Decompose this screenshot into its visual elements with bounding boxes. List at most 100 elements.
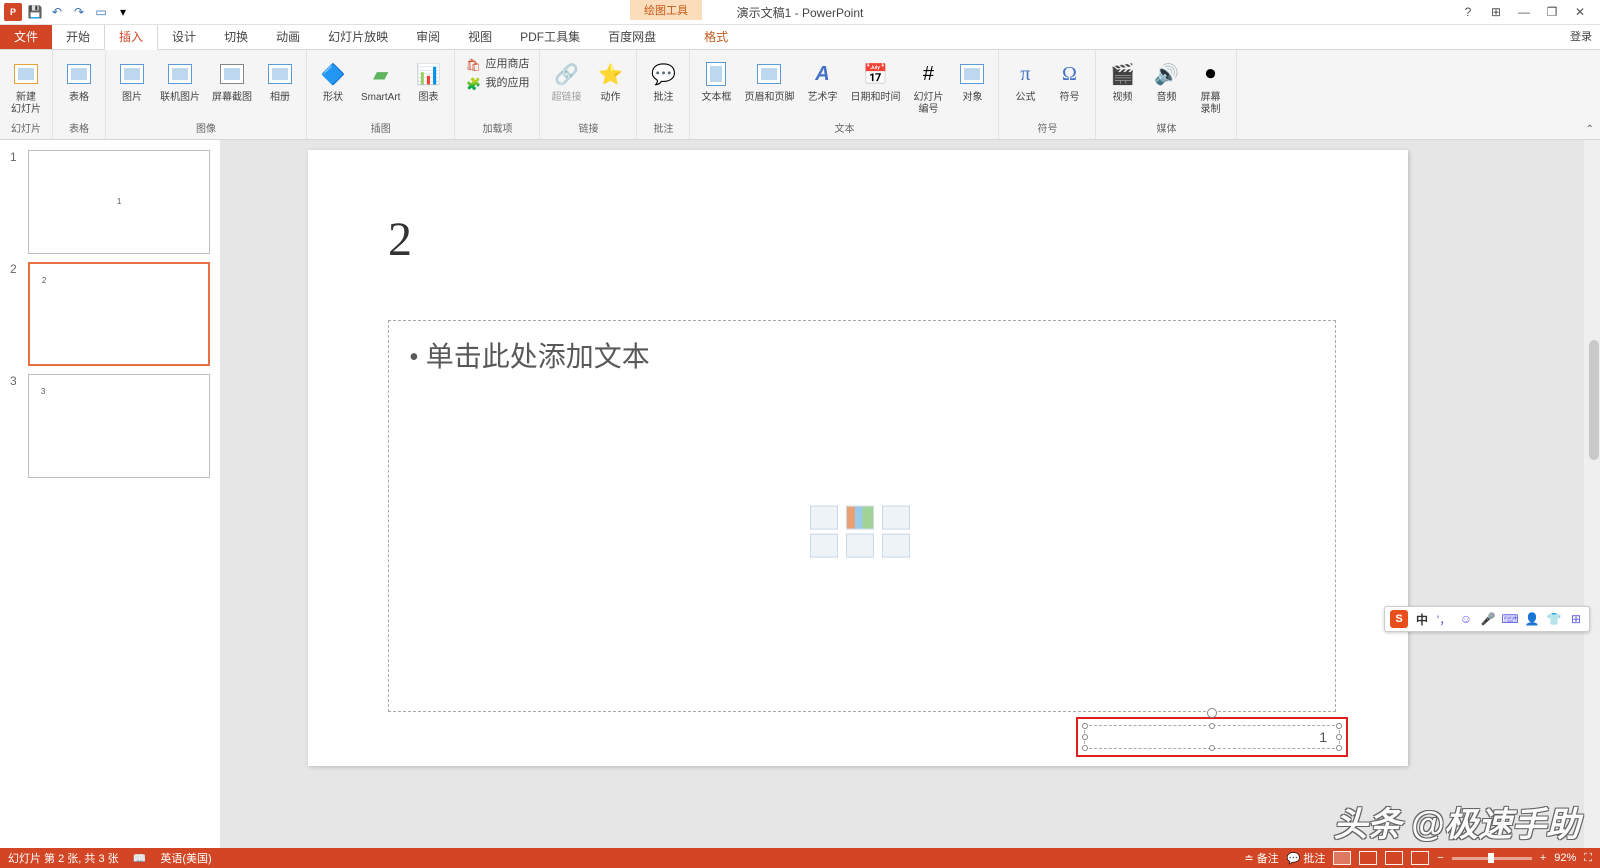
fit-to-window-button[interactable]: ⛶	[1584, 852, 1592, 865]
tab-file[interactable]: 文件	[0, 24, 52, 49]
resize-handle-se[interactable]	[1336, 745, 1342, 751]
content-placeholder[interactable]: • 单击此处添加文本	[388, 320, 1336, 712]
resize-handle-n[interactable]	[1209, 723, 1215, 729]
tab-home[interactable]: 开始	[52, 24, 104, 49]
ime-punct-icon[interactable]: '，	[1436, 611, 1452, 627]
insert-picture-icon[interactable]	[810, 534, 838, 558]
slide-canvas[interactable]: 2 • 单击此处添加文本 1	[308, 150, 1408, 766]
store-button[interactable]: 🛍应用商店	[461, 56, 533, 74]
rotation-handle[interactable]	[1207, 708, 1217, 718]
action-button[interactable]: ⭐动作	[590, 56, 630, 106]
tab-pdf[interactable]: PDF工具集	[506, 24, 594, 49]
resize-handle-s[interactable]	[1209, 745, 1215, 751]
slideshow-view-button[interactable]	[1411, 851, 1429, 865]
collapse-ribbon-icon[interactable]: ⌃	[1586, 124, 1594, 135]
screenshot-button[interactable]: 屏幕截图	[208, 56, 256, 106]
my-addins-button[interactable]: 🧩我的应用	[461, 75, 533, 93]
scroll-thumb[interactable]	[1589, 340, 1599, 460]
screen-recording-button[interactable]: ⏺屏幕 录制	[1190, 56, 1230, 118]
restore-button[interactable]: ❐	[1542, 4, 1562, 20]
tab-transitions[interactable]: 切换	[210, 24, 262, 49]
ime-lang-icon[interactable]: 中	[1414, 611, 1430, 627]
normal-view-button[interactable]	[1333, 851, 1351, 865]
ime-skin-icon[interactable]: 👤	[1524, 611, 1540, 627]
tab-slideshow[interactable]: 幻灯片放映	[314, 24, 402, 49]
ime-voice-icon[interactable]: 🎤	[1480, 611, 1496, 627]
ime-keyboard-icon[interactable]: ⌨	[1502, 611, 1518, 627]
header-footer-button[interactable]: 页眉和页脚	[740, 56, 798, 106]
login-link[interactable]: 登录	[1570, 28, 1592, 44]
minimize-button[interactable]: —	[1514, 4, 1534, 20]
tab-view[interactable]: 视图	[454, 24, 506, 49]
ime-tool-icon[interactable]: 👕	[1546, 611, 1562, 627]
tab-baidu[interactable]: 百度网盘	[594, 24, 670, 49]
slideshow-icon[interactable]: ▭	[92, 3, 110, 21]
video-button[interactable]: 🎬视频	[1102, 56, 1142, 106]
app-icon[interactable]: P	[4, 3, 22, 21]
insert-table-icon[interactable]	[810, 506, 838, 530]
comments-button[interactable]: 💬 批注	[1287, 850, 1326, 866]
save-icon[interactable]: 💾	[26, 3, 44, 21]
equation-button[interactable]: π公式	[1005, 56, 1045, 106]
insert-video-icon[interactable]	[882, 534, 910, 558]
new-slide-button[interactable]: 新建 幻灯片	[6, 56, 46, 118]
tab-animations[interactable]: 动画	[262, 24, 314, 49]
insert-chart-icon[interactable]	[846, 506, 874, 530]
textbox-button[interactable]: 文本框	[696, 56, 736, 106]
shapes-button[interactable]: 🔷形状	[313, 56, 353, 106]
slide-thumbnails-panel: 1 1 2 2 3 3	[0, 140, 220, 848]
slide-title[interactable]: 2	[388, 212, 412, 267]
ime-emoji-icon[interactable]: ☺	[1458, 611, 1474, 627]
ribbon-options-button[interactable]: ⊞	[1486, 4, 1506, 20]
datetime-button[interactable]: 📅日期和时间	[846, 56, 904, 106]
resize-handle-ne[interactable]	[1336, 723, 1342, 729]
tab-design[interactable]: 设计	[158, 24, 210, 49]
slide-thumbnail-3[interactable]: 3	[28, 374, 210, 478]
object-button[interactable]: 对象	[952, 56, 992, 106]
tab-format[interactable]: 格式	[690, 24, 742, 49]
tab-review[interactable]: 审阅	[402, 24, 454, 49]
slide-counter[interactable]: 幻灯片 第 2 张, 共 3 张	[8, 850, 119, 866]
language-indicator[interactable]: 英语(美国)	[160, 850, 211, 866]
comment-button[interactable]: 💬批注	[643, 56, 683, 106]
spellcheck-icon[interactable]: 📖	[133, 852, 147, 865]
tab-insert[interactable]: 插入	[104, 23, 158, 50]
qat-customize-icon[interactable]: ▾	[114, 3, 132, 21]
ime-menu-icon[interactable]: ⊞	[1568, 611, 1584, 627]
zoom-out-button[interactable]: −	[1437, 852, 1443, 864]
zoom-in-button[interactable]: +	[1540, 852, 1546, 864]
online-pictures-button[interactable]: 联机图片	[156, 56, 204, 106]
photo-album-button[interactable]: 相册	[260, 56, 300, 106]
zoom-slider-handle[interactable]	[1488, 853, 1494, 863]
wordart-button[interactable]: A艺术字	[802, 56, 842, 106]
redo-icon[interactable]: ↷	[70, 3, 88, 21]
audio-button[interactable]: 🔊音频	[1146, 56, 1186, 106]
slide-thumbnail-2[interactable]: 2	[28, 262, 210, 366]
undo-icon[interactable]: ↶	[48, 3, 66, 21]
insert-smartart-icon[interactable]	[882, 506, 910, 530]
hyperlink-button[interactable]: 🔗超链接	[546, 56, 586, 106]
help-button[interactable]: ?	[1458, 4, 1478, 20]
vertical-scrollbar[interactable]	[1584, 140, 1600, 848]
zoom-slider[interactable]	[1452, 857, 1532, 860]
smartart-button[interactable]: ▰SmartArt	[357, 56, 404, 106]
ime-logo-icon[interactable]: S	[1390, 610, 1408, 628]
resize-handle-sw[interactable]	[1082, 745, 1088, 751]
page-number-textbox[interactable]: 1	[1084, 725, 1340, 749]
zoom-level[interactable]: 92%	[1554, 852, 1576, 864]
resize-handle-nw[interactable]	[1082, 723, 1088, 729]
sorter-view-button[interactable]	[1359, 851, 1377, 865]
symbol-button[interactable]: Ω符号	[1049, 56, 1089, 106]
close-button[interactable]: ✕	[1570, 4, 1590, 20]
insert-online-picture-icon[interactable]	[846, 534, 874, 558]
reading-view-button[interactable]	[1385, 851, 1403, 865]
ime-toolbar[interactable]: S 中 '， ☺ 🎤 ⌨ 👤 👕 ⊞	[1384, 606, 1590, 632]
resize-handle-w[interactable]	[1082, 734, 1088, 740]
slide-number-button[interactable]: #幻灯片 编号	[908, 56, 948, 118]
slide-thumbnail-1[interactable]: 1	[28, 150, 210, 254]
chart-button[interactable]: 📊图表	[408, 56, 448, 106]
table-button[interactable]: 表格	[59, 56, 99, 106]
pictures-button[interactable]: 图片	[112, 56, 152, 106]
resize-handle-e[interactable]	[1336, 734, 1342, 740]
notes-button[interactable]: ≐ 备注	[1244, 850, 1278, 866]
